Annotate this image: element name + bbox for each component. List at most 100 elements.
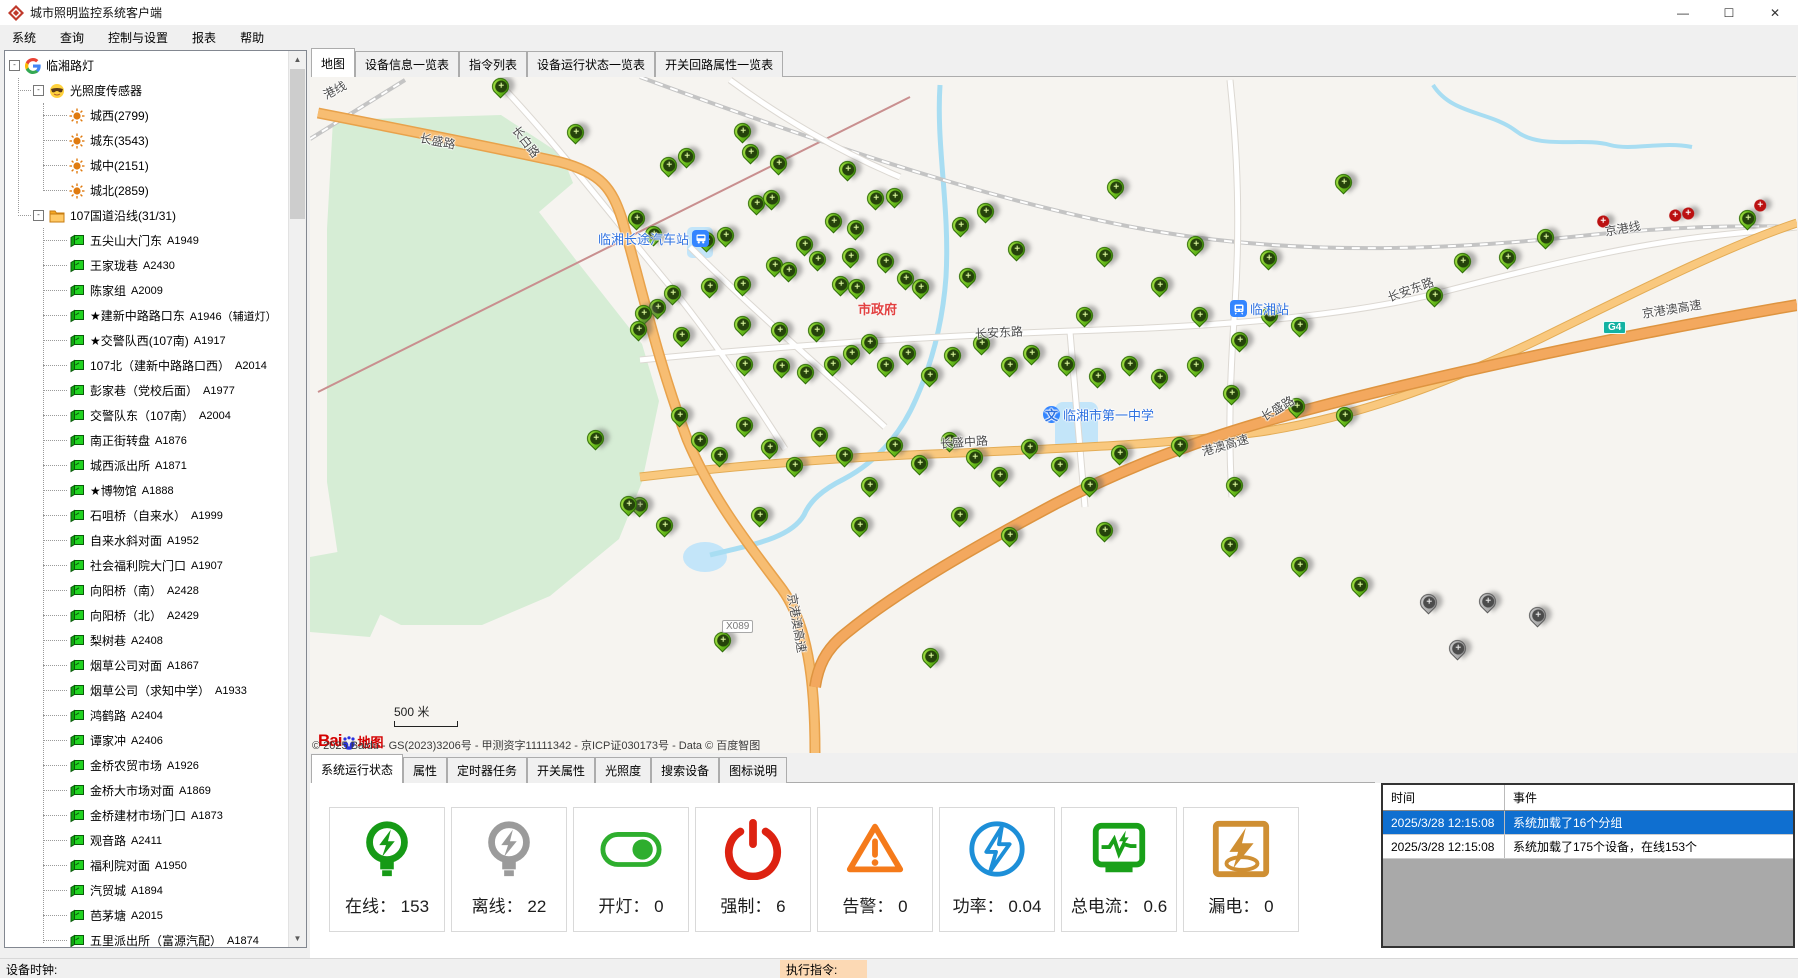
map-pin-green[interactable] [1287, 553, 1311, 577]
map-pin-green[interactable] [1217, 533, 1241, 557]
map-pin-green[interactable] [873, 353, 897, 377]
map-pin-green[interactable] [873, 249, 897, 273]
tree-item-21[interactable]: 向阳桥（南）A2428 [5, 578, 289, 603]
map-pin-green[interactable] [732, 352, 756, 376]
map-pin-red[interactable] [1590, 209, 1614, 233]
map-pin-green[interactable] [947, 503, 971, 527]
map-pin-green[interactable] [857, 330, 881, 354]
map-pin-green[interactable] [987, 463, 1011, 487]
minimize-button[interactable]: — [1660, 0, 1706, 25]
tree-item-8[interactable]: 王家珑巷A2430 [5, 253, 289, 278]
map-pin-green[interactable] [1103, 175, 1127, 199]
map-pin-green[interactable] [839, 341, 863, 365]
map-pin-green[interactable] [667, 403, 691, 427]
map-pin-green[interactable] [563, 120, 587, 144]
map-pin-green[interactable] [730, 312, 754, 336]
event-row-1[interactable]: 2025/3/28 12:15:08系统加载了175个设备，在线153个 [1383, 835, 1793, 859]
map-canvas[interactable]: 港线长盛路长白路长安东路长安东路长盛中路长盛路京港线京港澳高速港澳高速京港澳高速… [310, 77, 1797, 753]
map-pin-green[interactable] [674, 144, 698, 168]
map-pin-green[interactable] [730, 272, 754, 296]
map-pin-green[interactable] [1332, 403, 1356, 427]
scroll-down-icon[interactable]: ▼ [289, 930, 306, 947]
tree-scrollbar[interactable]: ▲ ▼ [288, 51, 306, 947]
tree-item-33[interactable]: 汽贸城A1894 [5, 878, 289, 903]
map-pin-green[interactable] [804, 318, 828, 342]
map-pin-green[interactable] [766, 151, 790, 175]
map-pin-green[interactable] [1257, 303, 1281, 327]
tree-item-18[interactable]: 石咀桥（自来水）A1999 [5, 503, 289, 528]
tree-item-30[interactable]: 金桥建材市场门口A1873 [5, 803, 289, 828]
bottom-tab-2[interactable]: 定时器任务 [447, 757, 527, 783]
map-pin-green[interactable] [863, 186, 887, 210]
map-pin-green[interactable] [1183, 353, 1207, 377]
map-pin-green[interactable] [940, 343, 964, 367]
map-pin-green[interactable] [1183, 232, 1207, 256]
event-row-0[interactable]: 2025/3/28 12:15:08系统加载了16个分组 [1383, 811, 1793, 835]
map-tab-1[interactable]: 设备信息一览表 [355, 51, 459, 77]
map-pin-green[interactable] [847, 513, 871, 537]
map-pin-green[interactable] [882, 433, 906, 457]
tree-item-5[interactable]: 城北(2859) [5, 178, 289, 203]
bottom-tab-1[interactable]: 属性 [403, 757, 447, 783]
map-tab-4[interactable]: 开关回路属性一览表 [655, 51, 783, 77]
map-pin-green[interactable] [973, 199, 997, 223]
tree-item-9[interactable]: 陈家组A2009 [5, 278, 289, 303]
tree-item-3[interactable]: 城东(3543) [5, 128, 289, 153]
map-pin-green[interactable] [1147, 365, 1171, 389]
map-pin-green[interactable] [1085, 364, 1109, 388]
map-pin-gray[interactable] [1416, 590, 1440, 614]
map-pin-green[interactable] [918, 644, 942, 668]
map-pin-green[interactable] [1533, 225, 1557, 249]
bottom-tab-0[interactable]: 系统运行状态 [311, 754, 403, 783]
tree-item-25[interactable]: 烟草公司（求知中学）A1933 [5, 678, 289, 703]
map-pin-green[interactable] [687, 428, 711, 452]
tree-expander[interactable]: - [33, 85, 44, 96]
map-pin-green[interactable] [1331, 170, 1355, 194]
map-pin-green[interactable] [1287, 313, 1311, 337]
map-pin-green[interactable] [488, 77, 512, 99]
map-pin-green[interactable] [710, 628, 734, 652]
map-pin-green[interactable] [835, 157, 859, 181]
map-pin-green[interactable] [1227, 328, 1251, 352]
tree-item-26[interactable]: 鸿鹤路A2404 [5, 703, 289, 728]
map-pin-green[interactable] [1167, 433, 1191, 457]
bottom-tab-6[interactable]: 图标说明 [719, 757, 787, 783]
map-pin-green[interactable] [707, 443, 731, 467]
tree-item-22[interactable]: 向阳桥（北）A2429 [5, 603, 289, 628]
map-pin-green[interactable] [1077, 473, 1101, 497]
map-pin-green[interactable] [997, 353, 1021, 377]
map-pin-green[interactable] [747, 503, 771, 527]
map-pin-green[interactable] [730, 119, 754, 143]
map-pin-green[interactable] [1017, 435, 1041, 459]
menu-item-1[interactable]: 查询 [48, 25, 96, 50]
tree-item-23[interactable]: 梨树巷A2408 [5, 628, 289, 653]
map-pin-green[interactable] [807, 423, 831, 447]
tree-item-31[interactable]: 观音路A2411 [5, 828, 289, 853]
map-pin-green[interactable] [1107, 441, 1131, 465]
map-pin-green[interactable] [1047, 453, 1071, 477]
tree-item-10[interactable]: ★建新中路路口东A1946（辅道灯） [5, 303, 289, 328]
map-pin-green[interactable] [1450, 249, 1474, 273]
menu-item-2[interactable]: 控制与设置 [96, 25, 180, 50]
map-pin-green[interactable] [1187, 303, 1211, 327]
map-pin-green[interactable] [895, 341, 919, 365]
map-pin-green[interactable] [1054, 352, 1078, 376]
menu-item-3[interactable]: 报表 [180, 25, 228, 50]
map-pin-green[interactable] [713, 223, 737, 247]
map-pin-green[interactable] [838, 244, 862, 268]
tree-item-28[interactable]: 金桥农贸市场A1926 [5, 753, 289, 778]
map-pin-green[interactable] [1092, 518, 1116, 542]
map-pin-green[interactable] [857, 473, 881, 497]
map-pin-green[interactable] [641, 222, 665, 246]
tree-item-17[interactable]: ★博物馆A1888 [5, 478, 289, 503]
bottom-tab-3[interactable]: 开关属性 [527, 757, 595, 783]
tree-item-35[interactable]: 五里派出所（富源汽配）A1874 [5, 928, 289, 947]
map-pin-green[interactable] [997, 523, 1021, 547]
tree-item-4[interactable]: 城中(2151) [5, 153, 289, 178]
tree-item-1[interactable]: -光照度传感器 [5, 78, 289, 103]
tree-item-29[interactable]: 金桥大市场对面A1869 [5, 778, 289, 803]
map-tab-2[interactable]: 指令列表 [459, 51, 527, 77]
map-pin-green[interactable] [757, 435, 781, 459]
tree-item-15[interactable]: 南正街转盘A1876 [5, 428, 289, 453]
tree-item-6[interactable]: -107国道沿线(31/31) [5, 203, 289, 228]
